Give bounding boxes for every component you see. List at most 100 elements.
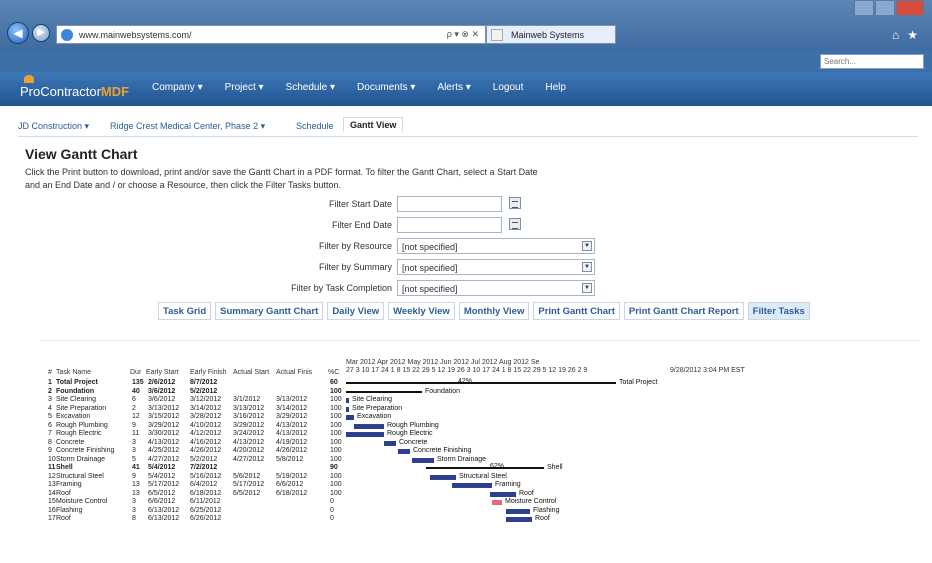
task-early-finish: 3/12/2012 (190, 396, 222, 403)
task-row[interactable]: 8 Concrete 3 4/13/2012 4/16/2012 4/13/2012 4/1… (40, 439, 920, 448)
chevron-down-icon[interactable]: ▼ (582, 283, 592, 293)
gantt-bar[interactable] (346, 382, 616, 384)
task-row[interactable]: 5 Excavation 12 3/15/2012 3/28/2012 3/16/2012… (40, 413, 920, 422)
gantt-bar[interactable] (412, 457, 434, 463)
chevron-down-icon[interactable]: ▼ (582, 241, 592, 251)
logo[interactable]: ProContractorMDF (20, 84, 129, 99)
task-row[interactable]: 7 Rough Electric 11 3/30/2012 4/12/2012 3/24/… (40, 430, 920, 439)
gantt-bar[interactable] (346, 415, 354, 420)
task-name: Roof (56, 515, 71, 522)
calendar-icon[interactable] (509, 197, 521, 209)
breadcrumb: JD Construction ▾ Ridge Crest Medical Ce… (18, 117, 918, 137)
col-dur: Dur (130, 369, 142, 376)
gantt-bar[interactable] (346, 398, 349, 403)
home-icon[interactable]: ⌂ (892, 28, 907, 42)
filter-summary-select[interactable]: [not specified] ▼ (397, 259, 595, 275)
task-num: 7 (48, 430, 52, 437)
gantt-bar[interactable] (506, 508, 530, 514)
task-name: Foundation (56, 387, 95, 395)
gantt-bar-label: Structural Steel (459, 472, 507, 480)
task-num: 9 (48, 447, 52, 454)
close-icon[interactable] (896, 0, 924, 16)
print-gantt-report-button[interactable]: Print Gantt Chart Report (623, 302, 744, 320)
task-actual-start: 6/5/2012 (233, 489, 261, 497)
filter-tasks-button[interactable]: Filter Tasks (747, 302, 810, 320)
star-icon[interactable]: ★ (907, 28, 926, 42)
task-early-start: 2/6/2012 (148, 379, 176, 386)
gantt-bar[interactable] (426, 467, 544, 469)
print-gantt-button[interactable]: Print Gantt Chart (533, 302, 620, 320)
address-controls[interactable]: ρ ▾ ⊗ ✕ (447, 29, 479, 40)
tab-label: Mainweb Systems (511, 30, 585, 40)
filter-completion-value: [not specified] (402, 284, 458, 294)
gantt-bar[interactable] (506, 517, 532, 522)
gantt-bar[interactable] (346, 406, 349, 412)
calendar-icon[interactable] (509, 218, 521, 230)
total-project-pct: 42% (458, 378, 473, 385)
crumb-schedule[interactable]: Schedule (296, 121, 334, 131)
gantt-bar-label: Foundation (425, 387, 461, 395)
col-num: # (48, 369, 52, 376)
task-row[interactable]: 17 Roof 8 6/13/2012 6/26/2012 0 (40, 515, 920, 524)
gantt-bar[interactable] (354, 423, 384, 429)
gantt-bar[interactable] (430, 474, 456, 480)
task-row[interactable]: 2 Foundation 40 3/6/2012 5/2/2012 100 (40, 388, 920, 397)
task-actual-start: 3/13/2012 (233, 404, 265, 412)
back-arrow-icon[interactable]: ◀ (7, 22, 29, 44)
filter-end-date-input[interactable] (397, 217, 502, 233)
monthly-view-button[interactable]: Monthly View (458, 302, 530, 320)
daily-view-button[interactable]: Daily View (327, 302, 385, 320)
task-duration: 11 (132, 430, 140, 437)
task-pct: 0 (330, 506, 334, 514)
task-row[interactable]: 6 Rough Plumbing 9 3/29/2012 4/10/2012 3/29/2… (40, 422, 920, 431)
task-early-finish: 5/16/2012 (190, 472, 222, 480)
chevron-down-icon[interactable]: ▼ (582, 262, 592, 272)
task-actual-start: 3/29/2012 (233, 421, 265, 429)
filter-resource-select[interactable]: [not specified] ▼ (397, 238, 595, 254)
task-actual-start: 3/24/2012 (233, 430, 265, 437)
crumb-company[interactable]: JD Construction ▾ (18, 121, 89, 132)
gantt-bar[interactable] (452, 483, 492, 488)
task-row[interactable]: 9 Concrete Finishing 3 4/25/2012 4/26/2012 4/… (40, 447, 920, 456)
task-row[interactable]: 16 Flashing 3 6/13/2012 6/25/2012 0 (40, 507, 920, 516)
gantt-bar-label: Rough Electric (387, 430, 433, 437)
filter-start-date-input[interactable] (397, 196, 502, 212)
menu-help[interactable]: Help (545, 82, 566, 93)
task-early-finish: 5/2/2012 (190, 387, 218, 395)
task-grid-button[interactable]: Task Grid (158, 302, 212, 320)
col-actual-finish: Actual Finis (276, 369, 313, 376)
menu-company[interactable]: Company ▾ (152, 82, 203, 93)
gantt-bar[interactable] (346, 432, 384, 437)
browser-tab[interactable]: Mainweb Systems (486, 25, 616, 44)
task-row[interactable]: 14 Roof 13 6/5/2012 6/18/2012 6/5/2012 6/18/20… (40, 490, 920, 499)
task-early-finish: 7/2/2012 (190, 464, 218, 471)
menu-logout[interactable]: Logout (493, 82, 524, 93)
summary-gantt-button[interactable]: Summary Gantt Chart (215, 302, 324, 320)
address-bar[interactable]: www.mainwebsystems.com/ ρ ▾ ⊗ ✕ (56, 25, 486, 44)
gantt-bar[interactable] (346, 390, 422, 393)
task-row[interactable]: 15 Moisture Control 3 6/6/2012 6/11/2012 0 (40, 498, 920, 507)
logo-accent: MDF (100, 84, 130, 99)
menu-alerts[interactable]: Alerts ▾ (437, 82, 470, 93)
gantt-bar[interactable] (490, 491, 516, 497)
forward-arrow-icon[interactable]: ▶ (32, 24, 50, 42)
weekly-view-button[interactable]: Weekly View (388, 302, 455, 320)
task-duration: 9 (132, 421, 136, 429)
gantt-bar[interactable] (384, 440, 396, 446)
gantt-bar[interactable] (398, 449, 410, 454)
filter-completion-select[interactable]: [not specified] ▼ (397, 280, 595, 296)
menu-documents[interactable]: Documents ▾ (357, 82, 415, 93)
gantt-bar[interactable] (492, 500, 502, 505)
task-name: Moisture Control (56, 498, 108, 505)
gantt-bar-label: Excavation (357, 413, 392, 420)
crumb-project[interactable]: Ridge Crest Medical Center, Phase 2 ▾ (110, 121, 265, 132)
search-input[interactable] (820, 54, 924, 69)
maximize-icon[interactable] (875, 0, 895, 16)
task-row[interactable]: 4 Site Preparation 2 3/13/2012 3/14/2012 3/13… (40, 405, 920, 414)
task-row[interactable]: 3 Site Clearing 6 3/6/2012 3/12/2012 3/1/2012… (40, 396, 920, 405)
task-num: 11 (48, 464, 56, 471)
minimize-icon[interactable] (854, 0, 874, 16)
menu-project[interactable]: Project ▾ (225, 82, 264, 93)
filter-resource-value: [not specified] (402, 242, 458, 252)
menu-schedule[interactable]: Schedule ▾ (286, 82, 336, 93)
